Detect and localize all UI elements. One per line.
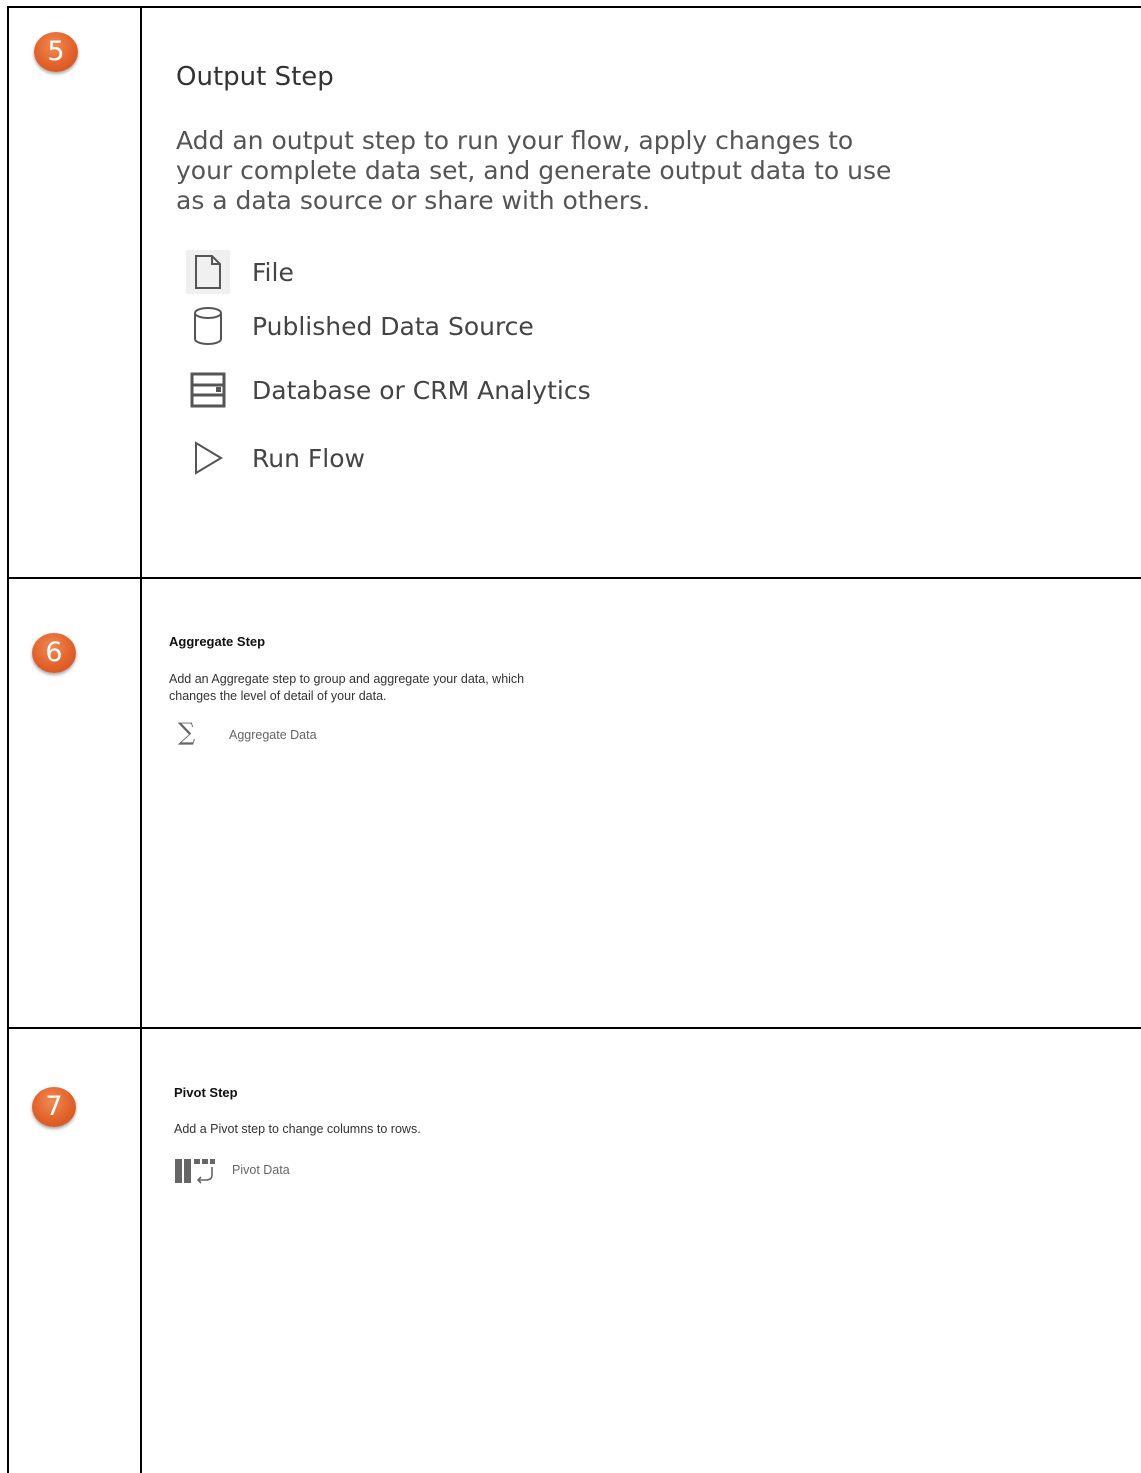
step-number-badge: 7 — [32, 1087, 76, 1127]
file-icon — [186, 250, 230, 294]
section-title: Pivot Step — [174, 1085, 238, 1100]
row-divider — [7, 577, 1141, 579]
option-label: File — [252, 257, 294, 287]
step-number-badge: 6 — [32, 633, 76, 673]
option-file[interactable]: File — [186, 250, 294, 294]
option-aggregate-data[interactable]: Aggregate Data — [229, 728, 317, 742]
database-table-icon — [186, 368, 230, 412]
cylinder-icon — [186, 304, 230, 348]
section-description: Add an output step to run your flow, app… — [176, 126, 892, 215]
table-top-border — [7, 6, 1141, 8]
step-number-badge: 5 — [34, 32, 78, 72]
sigma-icon: ∑ — [178, 718, 196, 746]
option-label: Database or CRM Analytics — [252, 375, 591, 405]
row-divider — [7, 1027, 1141, 1029]
pivot-icon — [175, 1158, 215, 1189]
option-run-flow[interactable]: Run Flow — [186, 436, 365, 480]
play-icon — [186, 436, 230, 480]
section-description: Add a Pivot step to change columns to ro… — [174, 1122, 421, 1136]
option-pivot-data[interactable]: Pivot Data — [232, 1163, 290, 1177]
table-left-border — [7, 6, 9, 1473]
option-label: Run Flow — [252, 443, 365, 473]
section-title: Aggregate Step — [169, 634, 266, 649]
table-column-divider — [140, 6, 142, 1473]
option-database-crm-analytics[interactable]: Database or CRM Analytics — [186, 368, 591, 412]
section-title: Output Step — [176, 62, 334, 92]
section-description: Add an Aggregate step to group and aggre… — [169, 672, 525, 703]
option-published-data-source[interactable]: Published Data Source — [186, 304, 534, 348]
option-label: Published Data Source — [252, 311, 534, 341]
